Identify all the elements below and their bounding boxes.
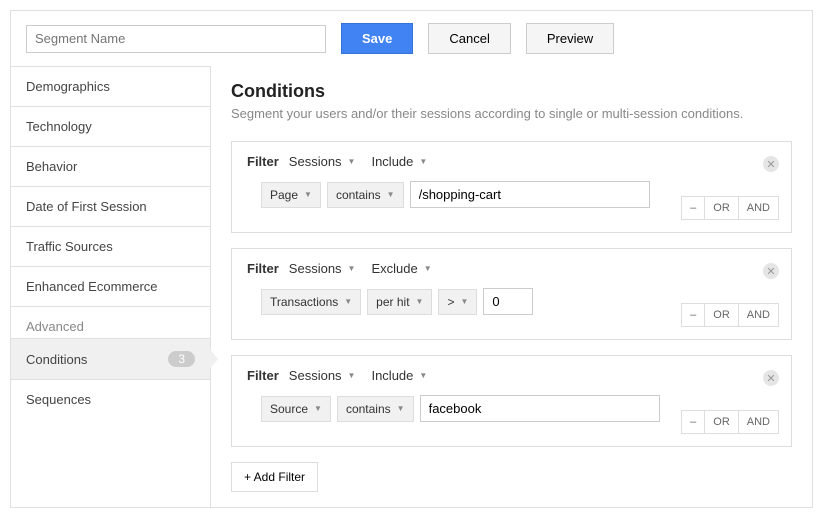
chevron-down-icon: ▼ [348,157,356,166]
chevron-down-icon: ▼ [397,404,405,413]
content-panel: Conditions Segment your users and/or the… [211,66,812,507]
dimension-dropdown[interactable]: Transactions▼ [261,289,361,315]
sidebar-item-traffic-sources[interactable]: Traffic Sources [11,226,210,266]
filter-operators: – OR AND [682,303,779,327]
or-button[interactable]: OR [704,196,739,220]
conditions-count-badge: 3 [168,351,195,367]
chevron-down-icon: ▼ [344,297,352,306]
segment-name-input[interactable] [26,25,326,53]
sidebar-item-date-first-session[interactable]: Date of First Session [11,186,210,226]
remove-filter-button[interactable]: ✕ [763,263,779,279]
chevron-down-icon: ▼ [419,157,427,166]
filter-label: Filter [247,368,279,383]
sidebar-item-behavior[interactable]: Behavior [11,146,210,186]
and-button[interactable]: AND [738,303,779,327]
minus-button[interactable]: – [681,303,705,327]
filter-block: ✕ Filter Sessions▼ Include▼ Page▼ contai… [231,141,792,233]
chevron-down-icon: ▼ [387,190,395,199]
sidebar-item-enhanced-ecommerce[interactable]: Enhanced Ecommerce [11,266,210,306]
chevron-down-icon: ▼ [416,297,424,306]
sidebar-item-label: Conditions [26,352,87,367]
sidebar-item-conditions[interactable]: Conditions 3 [11,338,210,379]
remove-filter-button[interactable]: ✕ [763,156,779,172]
mode-dropdown[interactable]: Include▼ [371,368,427,383]
filter-block: ✕ Filter Sessions▼ Exclude▼ Transactions… [231,248,792,340]
filter-operators: – OR AND [682,410,779,434]
minus-button[interactable]: – [681,410,705,434]
match-dropdown[interactable]: contains▼ [327,182,404,208]
chevron-down-icon: ▼ [348,264,356,273]
filter-block: ✕ Filter Sessions▼ Include▼ Source▼ cont… [231,355,792,447]
or-button[interactable]: OR [704,303,739,327]
filter-operators: – OR AND [682,196,779,220]
and-button[interactable]: AND [738,410,779,434]
chevron-down-icon: ▼ [424,264,432,273]
mode-dropdown[interactable]: Exclude▼ [371,261,431,276]
sidebar-section-advanced: Advanced [11,306,210,338]
topbar: Save Cancel Preview [11,11,812,66]
value-input[interactable] [420,395,660,422]
chevron-down-icon: ▼ [314,404,322,413]
scope-dropdown[interactable]: Sessions▼ [289,368,356,383]
or-button[interactable]: OR [704,410,739,434]
dimension-dropdown[interactable]: Page▼ [261,182,321,208]
page-title: Conditions [231,81,792,102]
minus-button[interactable]: – [681,196,705,220]
segment-builder: Save Cancel Preview Demographics Technol… [10,10,813,508]
page-subtitle: Segment your users and/or their sessions… [231,106,792,121]
save-button[interactable]: Save [341,23,413,54]
filter-label: Filter [247,261,279,276]
remove-filter-button[interactable]: ✕ [763,370,779,386]
chevron-down-icon: ▼ [348,371,356,380]
chevron-down-icon: ▼ [460,297,468,306]
operator-dropdown[interactable]: >▼ [438,289,477,315]
match-dropdown[interactable]: contains▼ [337,396,414,422]
add-filter-button[interactable]: + Add Filter [231,462,318,492]
value-input[interactable] [410,181,650,208]
sidebar: Demographics Technology Behavior Date of… [11,66,211,507]
cancel-button[interactable]: Cancel [428,23,510,54]
preview-button[interactable]: Preview [526,23,614,54]
sidebar-item-demographics[interactable]: Demographics [11,66,210,106]
dimension-dropdown[interactable]: Source▼ [261,396,331,422]
chevron-down-icon: ▼ [419,371,427,380]
filter-label: Filter [247,154,279,169]
scope-dropdown[interactable]: Sessions▼ [289,154,356,169]
value-input[interactable] [483,288,533,315]
and-button[interactable]: AND [738,196,779,220]
sidebar-item-sequences[interactable]: Sequences [11,379,210,419]
chevron-down-icon: ▼ [304,190,312,199]
scope-dropdown[interactable]: Sessions▼ [289,261,356,276]
mode-dropdown[interactable]: Include▼ [371,154,427,169]
sidebar-item-technology[interactable]: Technology [11,106,210,146]
match-dropdown[interactable]: per hit▼ [367,289,432,315]
